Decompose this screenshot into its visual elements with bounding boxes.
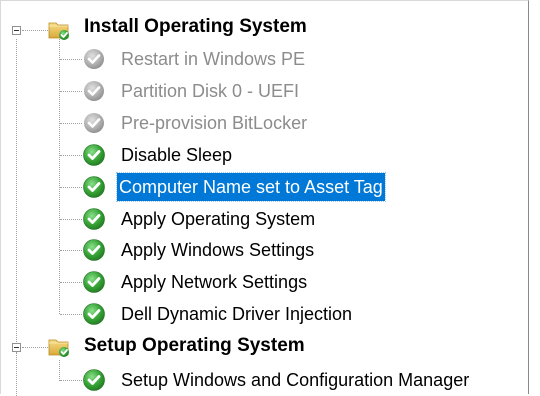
green-check-icon — [83, 303, 105, 325]
gray-check-icon — [84, 113, 104, 133]
collapse-toggle-install-os[interactable] — [12, 26, 21, 35]
tree-connector — [60, 282, 82, 283]
tree-connector — [60, 155, 82, 156]
step-partition-disk[interactable]: Partition Disk 0 - UEFI — [119, 78, 301, 104]
step-restart-windows-pe[interactable]: Restart in Windows PE — [119, 46, 307, 72]
tree-connector — [60, 187, 82, 188]
gray-check-icon — [84, 81, 104, 101]
step-apply-network-settings[interactable]: Apply Network Settings — [119, 269, 309, 295]
green-check-icon — [83, 271, 105, 293]
tree-connector — [60, 250, 82, 251]
tree-connector — [60, 314, 82, 315]
tree-connector — [60, 219, 82, 220]
step-preprovision-bitlocker[interactable]: Pre-provision BitLocker — [119, 110, 309, 136]
collapse-toggle-setup-os[interactable] — [12, 343, 21, 352]
tree-connector — [60, 59, 82, 60]
green-check-icon — [83, 144, 105, 166]
green-check-icon — [83, 369, 105, 391]
step-disable-sleep[interactable]: Disable Sleep — [119, 142, 234, 168]
tree-connector — [60, 91, 82, 92]
gray-check-icon — [84, 49, 104, 69]
tree-connector — [60, 123, 82, 124]
tree-branch-line-group-2 — [59, 360, 60, 381]
tree-root-line — [16, 39, 17, 342]
green-check-icon — [83, 176, 105, 198]
step-apply-operating-system[interactable]: Apply Operating System — [119, 206, 317, 232]
folder-check-icon — [48, 339, 69, 357]
green-check-icon — [83, 239, 105, 261]
step-apply-windows-settings[interactable]: Apply Windows Settings — [119, 237, 316, 263]
folder-check-icon — [48, 22, 69, 40]
tree-branch-line-group-1 — [59, 35, 60, 314]
group-install-operating-system[interactable]: Install Operating System — [82, 14, 309, 40]
tree-connector — [22, 30, 48, 31]
group-setup-operating-system[interactable]: Setup Operating System — [82, 333, 307, 359]
tree-connector — [22, 347, 48, 348]
green-check-icon — [83, 208, 105, 230]
tree-root-line-lower — [16, 352, 17, 396]
step-setup-windows-configmgr[interactable]: Setup Windows and Configuration Manager — [119, 367, 528, 393]
tree-connector — [60, 380, 82, 381]
task-sequence-tree: Install Operating System Restart in Wind… — [0, 0, 540, 396]
step-computer-name-asset-tag[interactable]: Computer Name set to Asset Tag — [116, 172, 386, 202]
step-dell-driver-injection[interactable]: Dell Dynamic Driver Injection — [119, 301, 354, 327]
